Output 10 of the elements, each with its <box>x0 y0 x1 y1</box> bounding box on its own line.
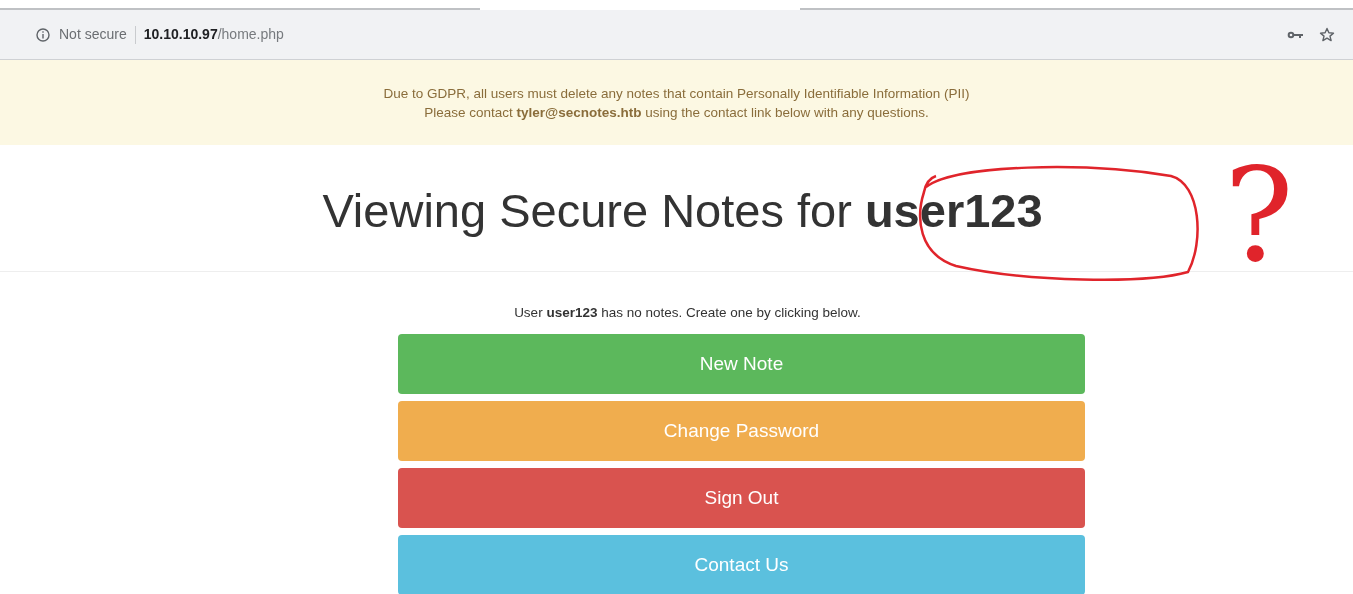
alert-text: Please contact tyler@secnotes.htb using the contact link below with any questions. <box>424 103 929 122</box>
security-label: Not secure <box>59 25 127 44</box>
address-bar[interactable]: Not secure 10.10.10.97/home.php <box>0 10 1353 60</box>
contact-button[interactable]: Contact Us <box>398 535 1085 594</box>
no-notes-message: User user123 has no notes. Create one by clicking below. <box>513 304 861 322</box>
alert-text: Due to GDPR, all users must delete any notes that contain Personally Identifiable Information (PII) <box>383 84 970 103</box>
url-text[interactable]: 10.10.10.97/home.php <box>143 24 284 45</box>
question-mark-annotation: ? <box>1224 150 1294 280</box>
new-note-button[interactable]: New Note <box>398 334 1085 395</box>
sign-out-button[interactable]: Sign Out <box>398 468 1085 529</box>
